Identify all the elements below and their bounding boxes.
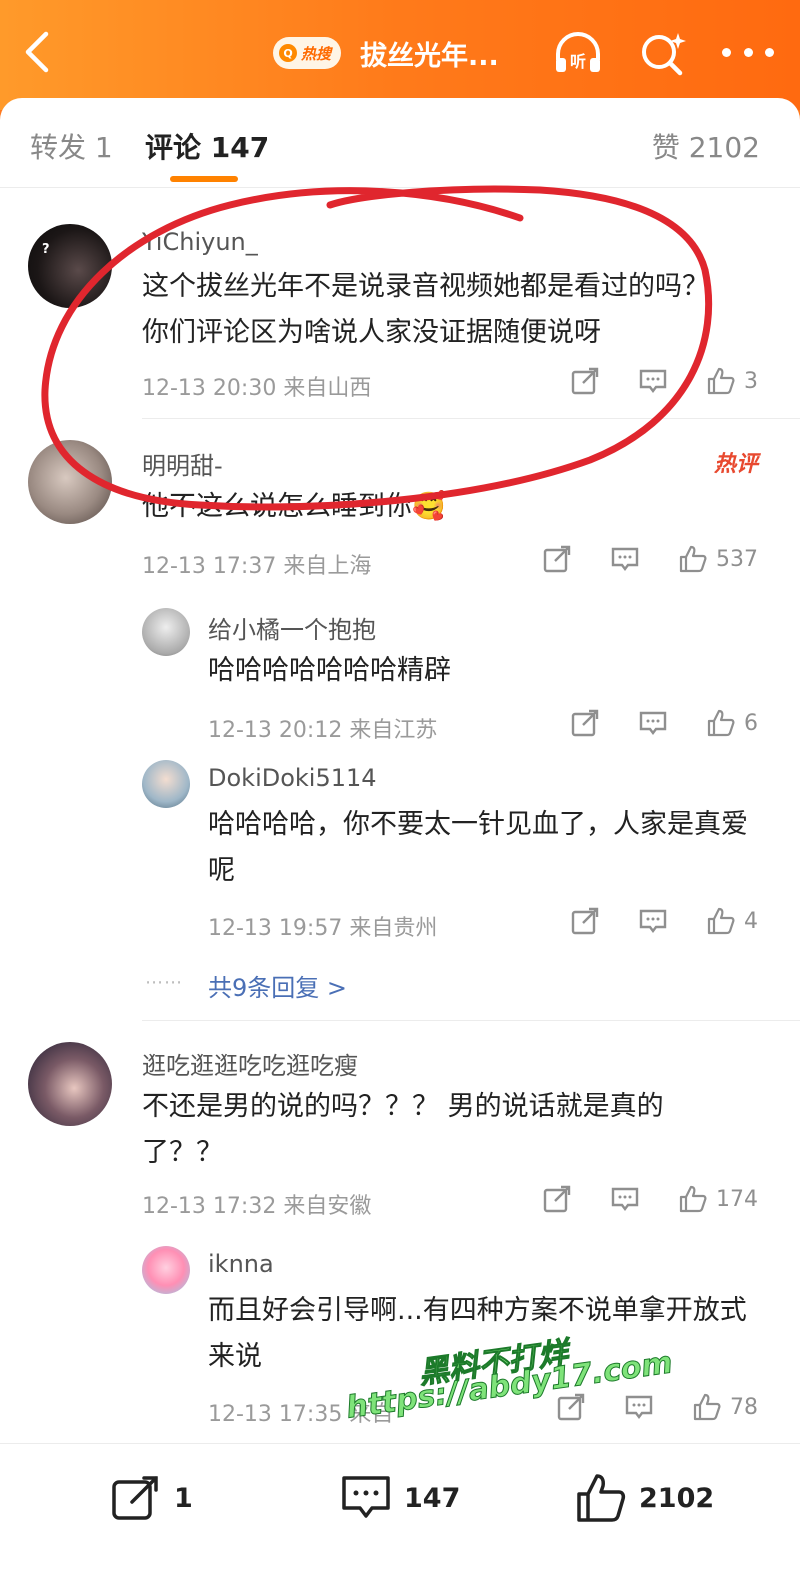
comment-author[interactable]: 逛吃逛逛吃吃逛吃瘦 xyxy=(142,1046,358,1081)
tab-likes[interactable]: 赞 2102 xyxy=(652,126,760,166)
avatar[interactable] xyxy=(28,440,112,524)
hot-search-label: 热搜 xyxy=(301,44,332,63)
comment-count: 147 xyxy=(404,1482,461,1514)
comment-meta: 12-13 17:32 来自安徽 xyxy=(142,1194,372,1219)
like-count: 3 xyxy=(744,368,758,394)
page-title[interactable]: 拔丝光年... xyxy=(360,34,499,73)
reply-meta: 12-13 20:12 来自江苏 xyxy=(208,718,438,743)
comment-icon xyxy=(342,1476,390,1518)
reply-icon[interactable] xyxy=(610,544,640,574)
repost-count: 1 xyxy=(174,1482,193,1514)
like-count: 6 xyxy=(744,710,758,736)
hot-comment-badge: 热评 xyxy=(713,452,758,477)
more-replies-link[interactable]: 共9条回复 > xyxy=(208,968,347,1003)
active-tab-indicator xyxy=(170,176,238,182)
comment-actions: 537 xyxy=(542,544,758,574)
share-icon[interactable] xyxy=(542,1184,572,1214)
comment-text: 这个拔丝光年不是说录音视频她都是看过的吗？你们评论区为啥说人家没证据随便说呀 xyxy=(142,271,709,348)
reply-icon[interactable] xyxy=(638,366,668,396)
reply-dots: ⋯⋯ xyxy=(145,972,183,993)
reply-actions: 78 xyxy=(556,1392,758,1422)
share-icon[interactable] xyxy=(570,366,600,396)
share-icon[interactable] xyxy=(542,544,572,574)
avatar[interactable] xyxy=(142,608,190,656)
comment-button[interactable]: 147 xyxy=(340,1472,460,1524)
reply-author[interactable]: iknna xyxy=(208,1250,274,1278)
like-count: 4 xyxy=(744,908,758,934)
emoji: 🥰 xyxy=(412,491,446,522)
like-count: 174 xyxy=(716,1186,758,1212)
listen-headphones-icon[interactable]: 听 xyxy=(552,30,604,76)
thumbs-up-icon xyxy=(707,367,735,395)
comment-meta: 12-13 20:30 来自山西 xyxy=(142,376,372,401)
thumbs-up-icon xyxy=(577,1474,626,1522)
reply-text: 哈哈哈哈哈哈哈精辟 xyxy=(208,655,451,686)
reply-icon[interactable] xyxy=(610,1184,640,1214)
comment-meta: 12-13 17:37 来自上海 xyxy=(142,554,372,579)
reply-icon[interactable] xyxy=(638,906,668,936)
like-count-main: 2102 xyxy=(639,1482,715,1514)
back-arrow-icon[interactable] xyxy=(18,30,58,74)
divider xyxy=(142,1020,800,1021)
share-icon[interactable] xyxy=(570,906,600,936)
comment-author[interactable]: 明明甜- xyxy=(142,446,223,481)
thumbs-up-icon xyxy=(707,907,735,935)
more-options-icon[interactable] xyxy=(722,48,774,58)
hot-search-badge[interactable]: Q 热搜 xyxy=(273,37,342,69)
bottom-action-bar: 1 147 2102 xyxy=(0,1443,800,1595)
hot-search-icon: Q xyxy=(279,44,297,62)
svg-text:听: 听 xyxy=(570,52,586,71)
like-button[interactable]: 174 xyxy=(678,1184,758,1214)
like-button[interactable]: 6 xyxy=(706,708,758,738)
comment-actions: 174 xyxy=(542,1184,758,1214)
comment-author[interactable]: YiChiyun_ xyxy=(142,228,258,256)
share-icon[interactable] xyxy=(570,708,600,738)
like-button[interactable]: 537 xyxy=(678,544,758,574)
share-icon[interactable] xyxy=(556,1392,586,1422)
reply-author[interactable]: 给小橘一个抱抱 xyxy=(208,610,376,645)
reply-icon[interactable] xyxy=(638,708,668,738)
thumbs-up-icon xyxy=(693,1393,721,1421)
tab-bar: 转发 1 评论 147 赞 2102 xyxy=(0,98,800,188)
comment-text: 不还是男的说的吗？？？ 男的说话就是真的了？？ xyxy=(142,1091,664,1168)
reply-icon[interactable] xyxy=(624,1392,654,1422)
thumbs-up-icon xyxy=(707,709,735,737)
comment-text: 他不这么说怎么睡到你🥰 xyxy=(142,491,446,522)
avatar[interactable] xyxy=(142,1246,190,1294)
like-count: 78 xyxy=(730,1394,758,1420)
search-sparkle-icon[interactable] xyxy=(638,30,688,76)
thumbs-up-icon xyxy=(679,545,707,573)
reply-actions: 6 xyxy=(570,708,758,738)
repost-icon xyxy=(112,1476,158,1520)
reply-meta: 12-13 19:57 来自贵州 xyxy=(208,916,438,941)
divider xyxy=(142,418,800,419)
avatar[interactable]: ? xyxy=(28,224,112,308)
like-button[interactable]: 4 xyxy=(706,906,758,936)
like-count: 537 xyxy=(716,546,758,572)
avatar[interactable] xyxy=(142,760,190,808)
like-button[interactable]: 3 xyxy=(706,366,758,396)
like-button-main[interactable]: 2102 xyxy=(575,1472,714,1524)
reply-actions: 4 xyxy=(570,906,758,936)
repost-button[interactable]: 1 xyxy=(110,1472,193,1524)
like-button[interactable]: 78 xyxy=(692,1392,758,1422)
avatar[interactable] xyxy=(28,1042,112,1126)
thumbs-up-icon xyxy=(679,1185,707,1213)
reply-text: 哈哈哈哈，你不要太一针见血了，人家是真爱呢 xyxy=(208,809,748,886)
comment-actions: 3 xyxy=(570,366,758,396)
tab-repost[interactable]: 转发 1 xyxy=(30,126,113,166)
tab-comments[interactable]: 评论 147 xyxy=(145,126,269,166)
top-bar: Q 热搜 拔丝光年... 听 xyxy=(0,0,800,110)
reply-author[interactable]: DokiDoki5114 xyxy=(208,764,377,792)
